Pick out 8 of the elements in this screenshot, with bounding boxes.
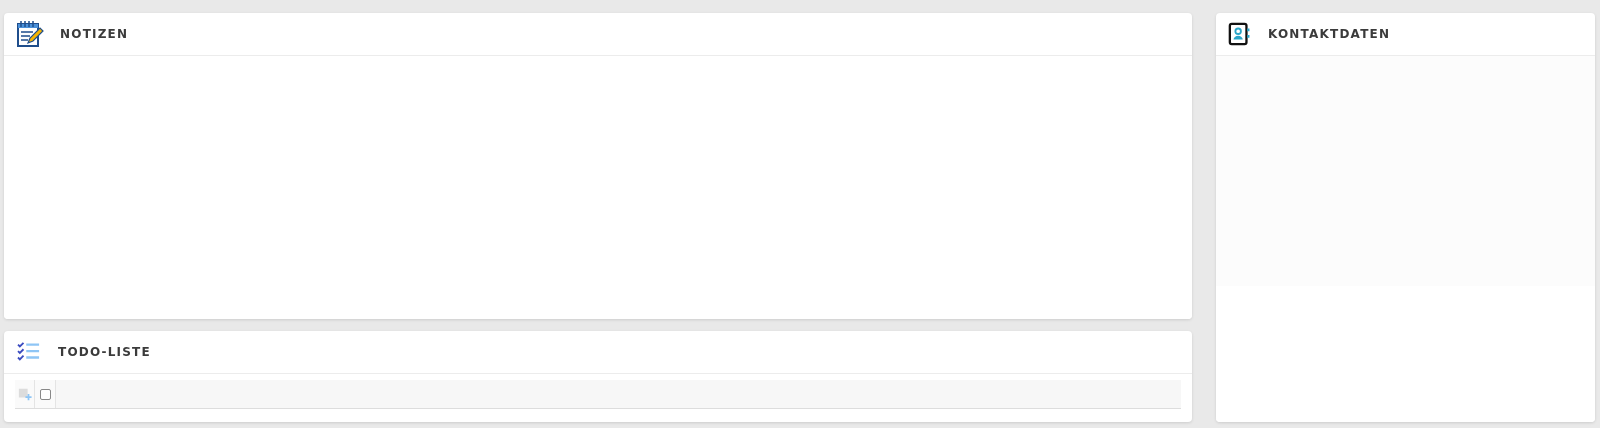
address-book-icon: [1228, 22, 1252, 46]
add-item-icon[interactable]: [17, 387, 32, 401]
notepad-pencil-icon: [16, 20, 44, 48]
todo-checkbox[interactable]: [39, 388, 51, 400]
panel-title: KONTAKTDATEN: [1268, 27, 1391, 41]
panel-title: TODO-LISTE: [58, 345, 151, 359]
checklist-icon: [16, 341, 42, 363]
panel-title: NOTIZEN: [60, 27, 129, 41]
